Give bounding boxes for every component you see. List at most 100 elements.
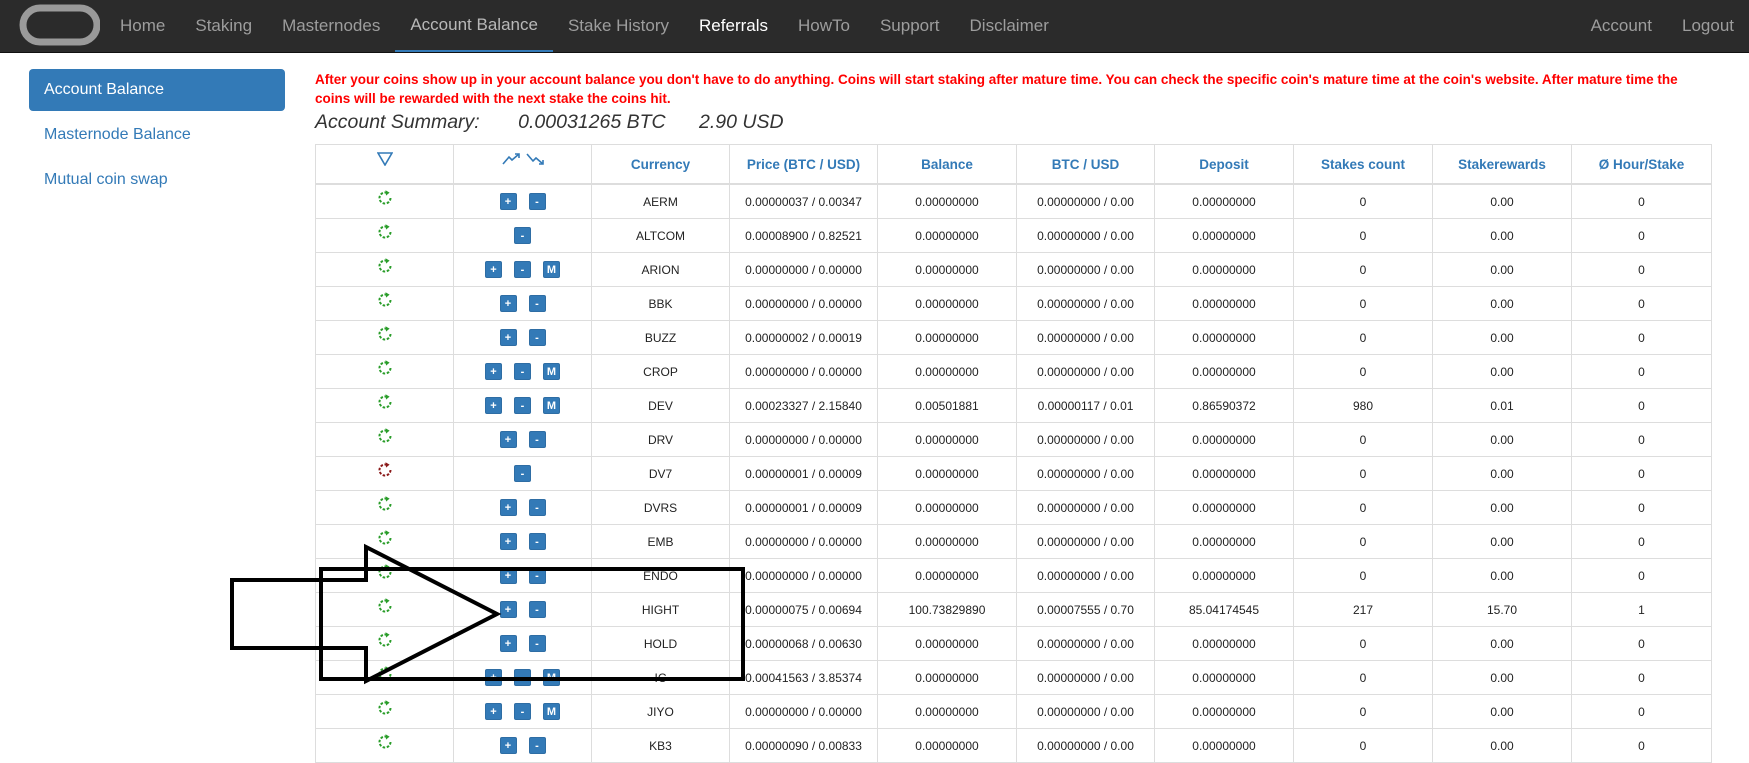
cell-currency: CROP — [591, 354, 730, 389]
refresh-status-icon[interactable] — [376, 461, 394, 479]
table-row: + - KB3 0.00000090 / 0.00833 0.00000000 0.000… — [315, 728, 1712, 763]
add-button[interactable]: + — [499, 635, 517, 652]
filter-triangle-icon[interactable] — [376, 151, 393, 167]
remove-button[interactable]: - — [514, 227, 531, 244]
add-button[interactable]: + — [499, 431, 517, 448]
cell-rewards: 0.00 — [1432, 660, 1572, 695]
refresh-status-icon[interactable] — [376, 529, 394, 547]
nav-item-home[interactable]: Home — [105, 0, 180, 52]
remove-button[interactable]: - — [528, 193, 546, 210]
add-button[interactable]: + — [485, 363, 502, 380]
sidebar-item-mutual-coin-swap[interactable]: Mutual coin swap — [29, 159, 285, 201]
col-header-balance[interactable]: Balance — [877, 144, 1017, 185]
cell-price: 0.00000000 / 0.00000 — [729, 252, 878, 287]
nav-item-support[interactable]: Support — [865, 0, 955, 52]
refresh-status-icon[interactable] — [376, 325, 394, 343]
col-header-deposit[interactable]: Deposit — [1154, 144, 1294, 185]
add-button[interactable]: + — [499, 601, 517, 618]
table-row: + - EMB 0.00000000 / 0.00000 0.00000000 0.000… — [315, 524, 1712, 559]
add-button[interactable]: + — [499, 567, 517, 584]
nav-item-staking[interactable]: Staking — [180, 0, 267, 52]
account-summary-usd: 2.90 USD — [699, 111, 784, 133]
remove-button[interactable]: - — [514, 465, 531, 482]
refresh-status-icon[interactable] — [376, 223, 394, 241]
cell-balance: 0.00501881 — [877, 388, 1017, 423]
remove-button[interactable]: - — [514, 703, 531, 720]
col-header-stakes-count[interactable]: Stakes count — [1293, 144, 1433, 185]
masternode-button[interactable]: M — [543, 397, 560, 414]
remove-button[interactable]: - — [514, 669, 531, 686]
col-header-price[interactable]: Price (BTC / USD) — [729, 144, 878, 185]
cell-hour: 0 — [1571, 388, 1712, 423]
add-button[interactable]: + — [499, 499, 517, 516]
nav-item-referrals[interactable]: Referrals — [684, 0, 783, 52]
refresh-status-icon[interactable] — [376, 631, 394, 649]
cell-stakes: 0 — [1293, 183, 1433, 219]
nav-item-howto[interactable]: HowTo — [783, 0, 865, 52]
cell-btcusd: 0.00000000 / 0.00 — [1016, 320, 1155, 355]
nav-item-account-balance[interactable]: Account Balance — [395, 0, 553, 52]
refresh-status-icon[interactable] — [376, 189, 394, 207]
trend-header[interactable] — [453, 144, 592, 185]
refresh-status-icon[interactable] — [376, 597, 394, 615]
remove-button[interactable]: - — [528, 295, 546, 312]
remove-button[interactable]: - — [528, 533, 546, 550]
table-row: + - HIGHT 0.00000075 / 0.00694 100.73829890 0… — [315, 592, 1712, 627]
add-button[interactable]: + — [485, 397, 502, 414]
cell-balance: 0.00000000 — [877, 558, 1017, 593]
remove-button[interactable]: - — [528, 499, 546, 516]
nav-item-account[interactable]: Account — [1576, 0, 1667, 52]
add-button[interactable]: + — [485, 261, 502, 278]
col-header-stakerewards[interactable]: Stakerewards — [1432, 144, 1572, 185]
cell-stakes: 0 — [1293, 524, 1433, 559]
refresh-status-icon[interactable] — [376, 495, 394, 513]
add-button[interactable]: + — [485, 669, 502, 686]
trend-up-down-icon[interactable] — [501, 151, 545, 167]
add-button[interactable]: + — [499, 193, 517, 210]
remove-button[interactable]: - — [528, 737, 546, 754]
refresh-status-icon[interactable] — [376, 563, 394, 581]
refresh-status-icon[interactable] — [376, 427, 394, 445]
remove-button[interactable]: - — [528, 329, 546, 346]
masternode-button[interactable]: M — [543, 703, 560, 720]
add-button[interactable]: + — [499, 533, 517, 550]
col-header-currency[interactable]: Currency — [591, 144, 730, 185]
nav-item-logout[interactable]: Logout — [1667, 0, 1749, 52]
refresh-status-icon[interactable] — [376, 733, 394, 751]
remove-button[interactable]: - — [514, 261, 531, 278]
add-button[interactable]: + — [499, 737, 517, 754]
table-row: + - BBK 0.00000000 / 0.00000 0.00000000 0.000… — [315, 286, 1712, 321]
masternode-button[interactable]: M — [543, 669, 560, 686]
cell-currency: HIGHT — [591, 592, 730, 627]
action-buttons-cell: + - — [453, 558, 592, 593]
refresh-status-icon[interactable] — [376, 257, 394, 275]
sidebar-item-account-balance[interactable]: Account Balance — [29, 69, 285, 111]
action-buttons-cell: + - M — [453, 354, 592, 389]
masternode-button[interactable]: M — [543, 363, 560, 380]
nav-item-disclaimer[interactable]: Disclaimer — [955, 0, 1064, 52]
sidebar-item-masternode-balance[interactable]: Masternode Balance — [29, 114, 285, 156]
remove-button[interactable]: - — [528, 567, 546, 584]
refresh-status-icon[interactable] — [376, 665, 394, 683]
refresh-status-icon[interactable] — [376, 291, 394, 309]
remove-button[interactable]: - — [514, 397, 531, 414]
remove-button[interactable]: - — [528, 431, 546, 448]
add-button[interactable]: + — [499, 329, 517, 346]
refresh-status-icon[interactable] — [376, 359, 394, 377]
refresh-status-icon[interactable] — [376, 393, 394, 411]
add-button[interactable]: + — [499, 295, 517, 312]
remove-button[interactable]: - — [528, 635, 546, 652]
masternode-button[interactable]: M — [543, 261, 560, 278]
nav-item-masternodes[interactable]: Masternodes — [267, 0, 395, 52]
filter-header[interactable] — [315, 144, 454, 185]
add-button[interactable]: + — [485, 703, 502, 720]
refresh-status-icon[interactable] — [376, 699, 394, 717]
remove-button[interactable]: - — [514, 363, 531, 380]
action-buttons-cell: + - — [453, 728, 592, 763]
cell-stakes: 0 — [1293, 286, 1433, 321]
nav-item-stake-history[interactable]: Stake History — [553, 0, 684, 52]
col-header-btc-usd[interactable]: BTC / USD — [1016, 144, 1155, 185]
remove-button[interactable]: - — [528, 601, 546, 618]
col-header-hour-stake[interactable]: Ø Hour/Stake — [1571, 144, 1712, 185]
brand-logo[interactable] — [18, 4, 100, 46]
